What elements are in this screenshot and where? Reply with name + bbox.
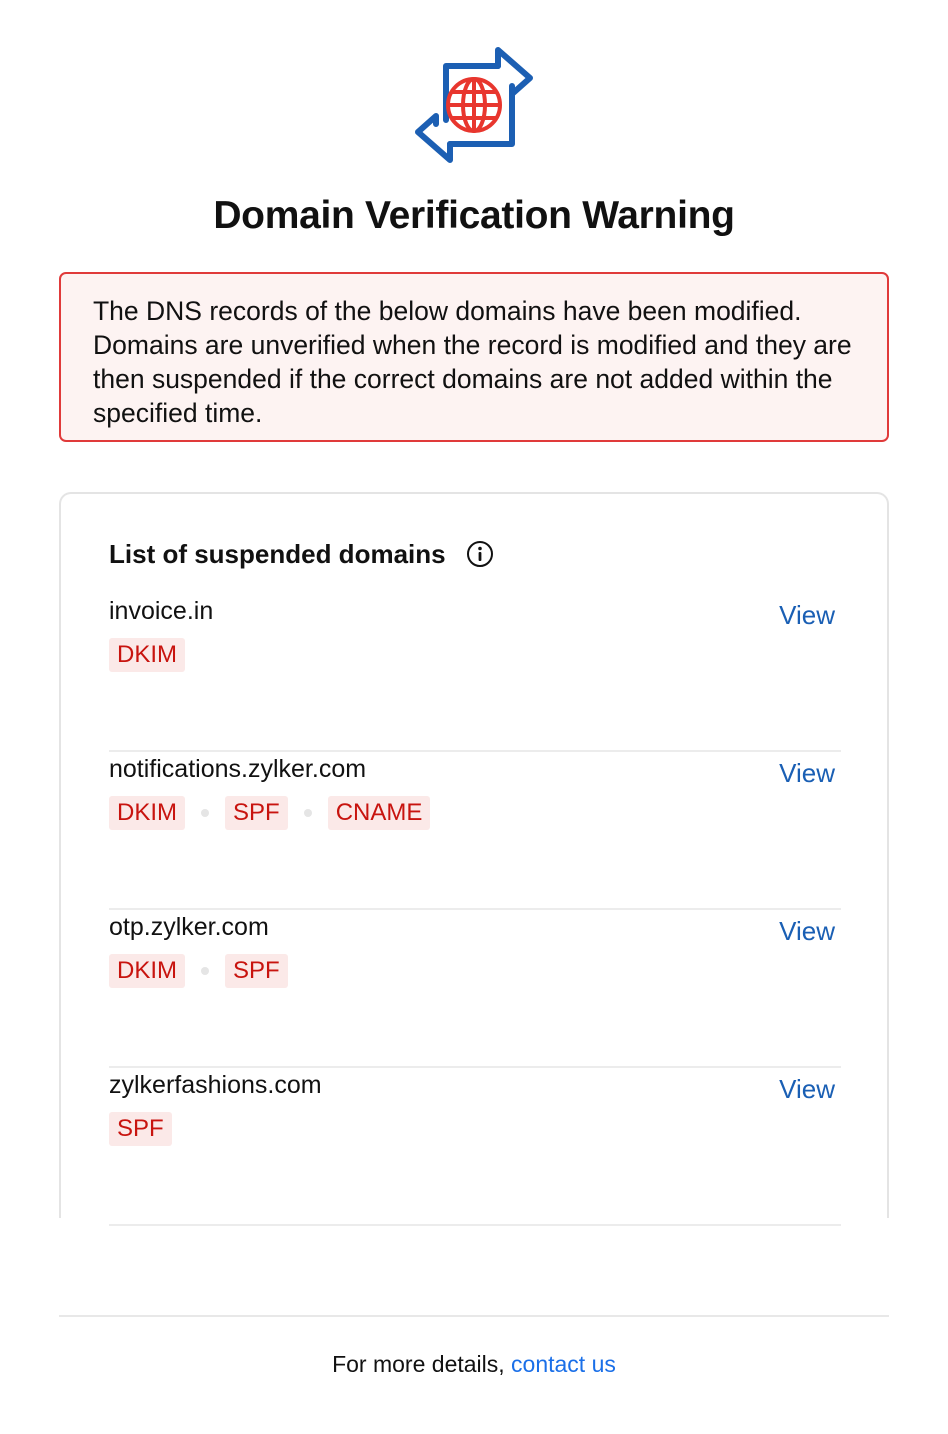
card-header: List of suspended domains <box>109 534 494 574</box>
footer-text: For more details, <box>332 1351 512 1377</box>
view-link[interactable]: View <box>779 1072 835 1106</box>
domain-row: invoice.in View DKIM <box>109 594 841 752</box>
record-tag-dkim: DKIM <box>109 954 185 988</box>
record-tag-cname: CNAME <box>327 796 431 830</box>
record-tags: DKIM SPF <box>109 954 288 988</box>
domain-row: notifications.zylker.com View DKIM SPF C… <box>109 752 841 910</box>
separator-dot <box>201 967 209 975</box>
alert-message: The DNS records of the below domains hav… <box>93 296 852 428</box>
separator-dot <box>303 809 312 817</box>
domain-row: otp.zylker.com View DKIM SPF <box>109 910 841 1068</box>
record-tag-spf: SPF <box>109 1112 172 1146</box>
separator-dot <box>201 809 209 817</box>
domain-name: invoice.in <box>109 597 214 625</box>
footer: For more details, contact us <box>0 1348 948 1380</box>
record-tags: DKIM SPF CNAME <box>109 796 431 830</box>
domain-name: zylkerfashions.com <box>109 1071 322 1099</box>
record-tag-spf: SPF <box>225 954 288 988</box>
card-title: List of suspended domains <box>109 539 446 569</box>
record-tag-dkim: DKIM <box>109 796 185 830</box>
record-tag-dkim: DKIM <box>109 638 185 672</box>
view-link[interactable]: View <box>779 914 835 948</box>
footer-divider <box>59 1315 889 1317</box>
view-link[interactable]: View <box>779 756 835 790</box>
suspended-domains-card: List of suspended domains invoice.in Vie… <box>59 492 889 1226</box>
page-title: Domain Verification Warning <box>213 194 735 237</box>
info-icon[interactable] <box>466 540 494 568</box>
record-tag-spf: SPF <box>225 796 288 830</box>
domain-row: zylkerfashions.com View SPF <box>109 1068 841 1226</box>
contact-us-link[interactable]: contact us <box>511 1351 616 1377</box>
record-tags: DKIM <box>109 638 185 672</box>
view-link[interactable]: View <box>779 598 835 632</box>
domain-name: otp.zylker.com <box>109 913 269 941</box>
domain-name: notifications.zylker.com <box>109 755 367 783</box>
warning-alert: The DNS records of the below domains hav… <box>59 272 889 442</box>
domain-transfer-globe-icon <box>412 44 536 168</box>
record-tags: SPF <box>109 1112 172 1146</box>
